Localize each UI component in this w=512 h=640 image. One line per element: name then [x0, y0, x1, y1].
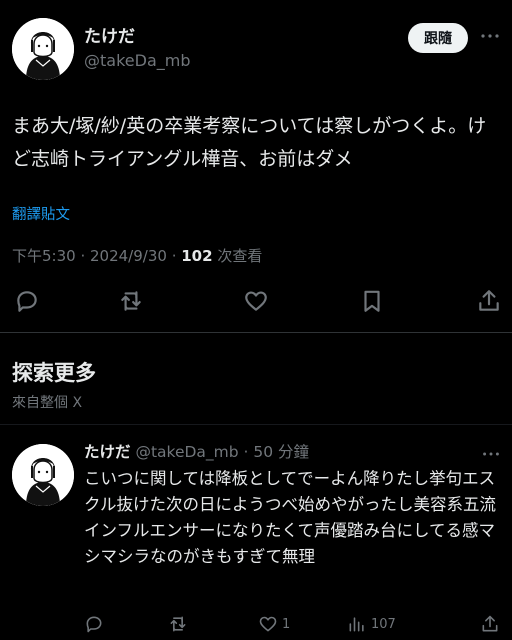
views-count: 102	[181, 247, 213, 265]
meta-separator: ·	[166, 247, 182, 265]
like-count: 1	[282, 616, 291, 632]
retweet-icon[interactable]	[168, 613, 192, 635]
more-icon[interactable]	[480, 443, 502, 465]
retweet-icon[interactable]	[118, 288, 144, 314]
recommended-author-avatar[interactable]	[12, 444, 74, 506]
section-divider	[0, 424, 512, 425]
author-avatar[interactable]	[12, 18, 74, 80]
recommended-time[interactable]: 50 分鐘	[253, 443, 309, 461]
meta-separator: ·	[238, 443, 254, 461]
view-count: 107	[371, 616, 396, 632]
tweet-text: まあ大/塚/紗/英の卒業考察については察しがつくよ。けど志崎トライアングル樺音、…	[12, 115, 487, 170]
heart-icon[interactable]	[243, 288, 269, 314]
recommended-author-name[interactable]: たけだ	[84, 443, 131, 461]
section-divider	[0, 332, 512, 333]
explore-title: 探索更多	[12, 361, 96, 385]
bookmark-icon[interactable]	[359, 288, 385, 314]
reply-icon[interactable]	[84, 613, 108, 635]
more-icon[interactable]	[478, 24, 502, 48]
reply-icon[interactable]	[14, 288, 40, 314]
recommended-author-handle[interactable]: @takeDa_mb	[135, 443, 238, 461]
recommended-header: たけだ @takeDa_mb · 50 分鐘	[84, 440, 309, 462]
views-icon[interactable]: 107	[347, 613, 396, 635]
tweet-time[interactable]: 下午5:30	[12, 247, 76, 265]
tweet-meta: 下午5:30 · 2024/9/30 · 102 次查看	[12, 245, 262, 266]
heart-icon[interactable]: 1	[258, 613, 290, 635]
share-icon[interactable]	[476, 288, 502, 314]
share-icon[interactable]	[480, 613, 504, 635]
author-name[interactable]: たけだ	[84, 22, 135, 47]
recommended-tweet-text: こいつに関しては降板としてでーよん降りたし挙句エスクル抜けた次の日にようつべ始め…	[84, 469, 497, 566]
avatar-image	[12, 18, 74, 80]
meta-separator: ·	[75, 247, 90, 265]
tweet-date[interactable]: 2024/9/30	[90, 247, 167, 265]
explore-subtitle: 來自整個 X	[12, 395, 83, 411]
translate-link[interactable]: 翻譯貼文	[12, 203, 70, 224]
author-handle[interactable]: @takeDa_mb	[84, 51, 190, 70]
views-label: 次查看	[212, 247, 263, 265]
avatar-image	[12, 444, 74, 506]
follow-button[interactable]: 跟隨	[408, 23, 468, 53]
